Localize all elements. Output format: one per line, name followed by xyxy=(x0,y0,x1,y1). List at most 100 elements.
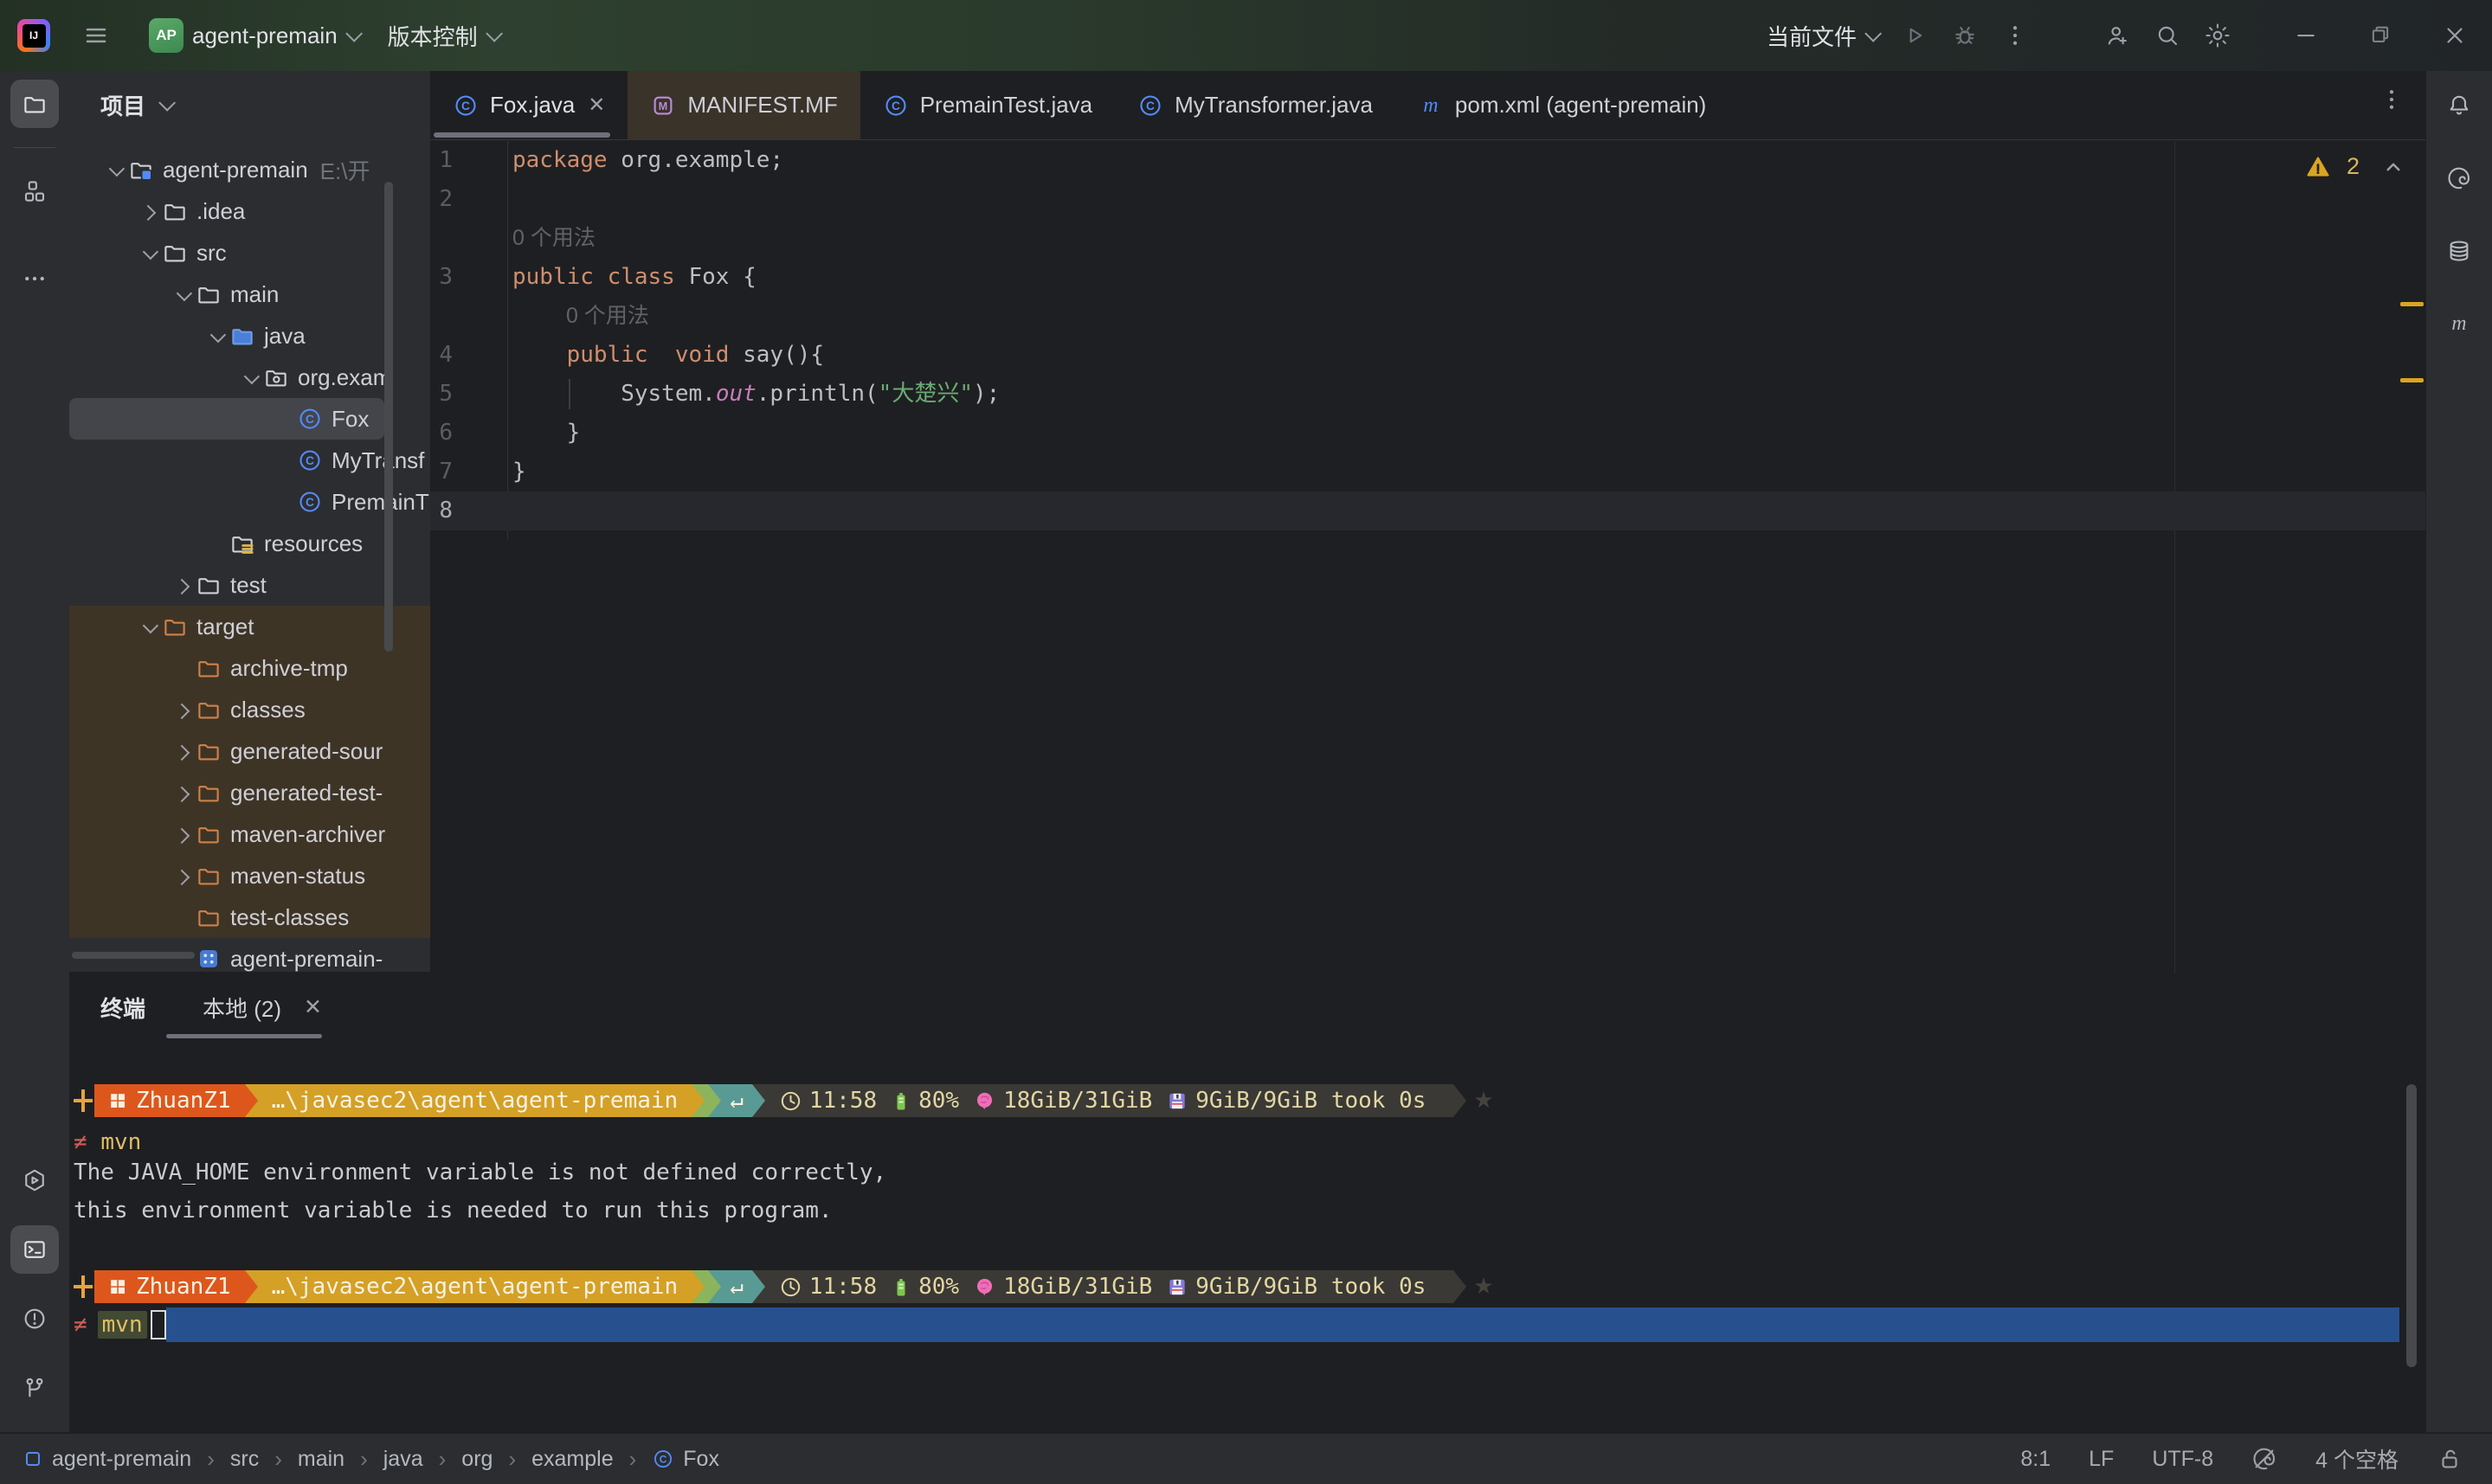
stripe-button-terminal[interactable] xyxy=(10,1225,59,1274)
tree-item-maven-archiver[interactable]: maven-archiver xyxy=(69,813,430,855)
tree-chevron-closed[interactable] xyxy=(170,580,196,591)
tree-item-main[interactable]: main xyxy=(69,273,430,315)
editor-tab[interactable]: CPremainTest.java xyxy=(860,71,1115,139)
stripe-button-services[interactable] xyxy=(10,1156,59,1205)
breadcrumb-item[interactable]: src xyxy=(230,1447,259,1472)
tree-chevron-open[interactable] xyxy=(136,247,162,259)
usages-hint[interactable]: 0 个用法 xyxy=(566,297,649,336)
project-tree-hscrollbar[interactable] xyxy=(72,952,195,959)
inlay-hint-row: 0 个用法 xyxy=(430,219,2425,258)
tree-chevron-open[interactable] xyxy=(102,164,128,176)
prompt-shell-segment: ↵ xyxy=(721,1270,752,1303)
tree-chevron-closed[interactable] xyxy=(170,870,196,882)
tree-chevron-open[interactable] xyxy=(170,289,196,300)
tree-item-PremainT[interactable]: CPremainT xyxy=(69,481,430,523)
editor-tab[interactable]: mpom.xml (agent-premain) xyxy=(1395,71,1729,139)
search-everywhere-button[interactable] xyxy=(2142,13,2193,58)
tree-chevron-open[interactable] xyxy=(203,331,229,342)
debug-icon xyxy=(1952,22,1978,48)
tree-item-test[interactable]: test xyxy=(69,564,430,606)
tree-item-java[interactable]: java xyxy=(69,315,430,357)
encoding-widget[interactable]: UTF-8 xyxy=(2152,1447,2213,1472)
more-actions-button[interactable] xyxy=(1990,13,2040,58)
tree-item-test-classes[interactable]: test-classes xyxy=(69,896,430,938)
prev-problem-button[interactable] xyxy=(2380,154,2406,180)
line-ending-widget[interactable]: LF xyxy=(2089,1447,2114,1472)
run-config-label: 当前文件 xyxy=(1767,20,1857,52)
tree-chevron-closed[interactable] xyxy=(136,206,162,217)
run-button[interactable] xyxy=(1890,13,1940,58)
tree-item-resources[interactable]: resources xyxy=(69,523,430,564)
tree-item-orgexam[interactable]: org.exam xyxy=(69,357,430,398)
stripe-button-notifications-bell[interactable] xyxy=(2435,81,2483,130)
tree-item-classes[interactable]: classes xyxy=(69,689,430,730)
tree-chevron-closed[interactable] xyxy=(170,787,196,799)
breadcrumb-item[interactable]: main xyxy=(298,1447,345,1472)
project-tree-scrollbar[interactable] xyxy=(384,182,393,652)
stripe-button-more-horizontal[interactable] xyxy=(10,254,59,303)
editor-tab[interactable]: MMANIFEST.MF xyxy=(628,71,860,139)
stripe-button-problems[interactable] xyxy=(10,1294,59,1343)
breadcrumb-item[interactable]: agent-premain xyxy=(23,1447,191,1472)
chevron-down-icon xyxy=(486,25,503,42)
tree-item-agent-premain[interactable]: agent-premainE:\开 xyxy=(69,149,430,190)
warning-stripe-mark[interactable] xyxy=(2400,378,2424,382)
unlock-icon[interactable] xyxy=(2437,1446,2463,1472)
tree-item-maven-status[interactable]: maven-status xyxy=(69,855,430,896)
breadcrumb-item[interactable]: java xyxy=(383,1447,423,1472)
tree-chevron-closed[interactable] xyxy=(170,746,196,757)
terminal-tab-local[interactable]: 本地 (2) ✕ xyxy=(203,992,322,1024)
stripe-button-project-folder[interactable] xyxy=(10,80,59,128)
stripe-button-version-control[interactable] xyxy=(10,1364,59,1412)
terminal-input-line[interactable]: ≠ mvn xyxy=(74,1307,2399,1342)
status-bar: agent-premain›src›main›java›org›example›… xyxy=(0,1432,2492,1484)
terminal-active-tab-underline xyxy=(166,1034,322,1038)
vcs-widget[interactable]: 版本控制 xyxy=(376,13,511,58)
tree-chevron-open[interactable] xyxy=(136,621,162,633)
run-configuration-selector[interactable]: 当前文件 xyxy=(1755,13,1890,58)
tree-item-target[interactable]: target xyxy=(69,606,430,647)
svg-text:C: C xyxy=(461,100,470,112)
ai-disabled-icon[interactable] xyxy=(2251,1446,2277,1472)
tree-item-generated-test-[interactable]: generated-test- xyxy=(69,772,430,813)
debug-button[interactable] xyxy=(1940,13,1990,58)
breadcrumb-item[interactable]: example xyxy=(531,1447,614,1472)
terminal-scrollbar[interactable] xyxy=(2406,1084,2417,1367)
close-button[interactable] xyxy=(2418,0,2492,71)
project-panel-header[interactable]: 项目 xyxy=(69,83,171,126)
close-icon[interactable]: ✕ xyxy=(588,93,605,118)
editor-tab[interactable]: CMyTransformer.java xyxy=(1115,71,1395,139)
maximize-button[interactable] xyxy=(2343,0,2418,71)
project-widget[interactable]: AP agent-premain xyxy=(137,13,370,58)
tree-item-src[interactable]: src xyxy=(69,232,430,273)
indent-widget[interactable]: 4 个空格 xyxy=(2315,1443,2399,1474)
editor-tab[interactable]: CFox.java✕ xyxy=(430,71,628,139)
warning-stripe-mark[interactable] xyxy=(2400,302,2424,306)
minimize-button[interactable] xyxy=(2269,0,2343,71)
settings-button[interactable] xyxy=(2193,13,2243,58)
stripe-button-database[interactable] xyxy=(2435,227,2483,275)
tree-item-label: maven-archiver xyxy=(230,821,385,848)
main-menu-button[interactable] xyxy=(71,13,121,58)
close-icon[interactable]: ✕ xyxy=(304,994,322,1020)
stripe-button-ai-assistant[interactable] xyxy=(2435,154,2483,202)
tree-chevron-closed[interactable] xyxy=(170,704,196,716)
tree-chevron-open[interactable] xyxy=(237,372,263,383)
tree-item-generated-sour[interactable]: generated-sour xyxy=(69,730,430,772)
stripe-button-structure[interactable] xyxy=(10,167,59,215)
code-editor[interactable]: 1package org.example;20 个用法3public class… xyxy=(430,141,2425,973)
tree-item-archive-tmp[interactable]: archive-tmp xyxy=(69,647,430,689)
tree-chevron-closed[interactable] xyxy=(170,829,196,840)
usages-hint[interactable]: 0 个用法 xyxy=(512,219,596,258)
clock-icon xyxy=(779,1275,802,1299)
terminal-tool-window[interactable]: 终端 本地 (2) ✕ ZhuanZ1…\javasec2\agent\agen… xyxy=(69,973,2425,1432)
breadcrumb-item[interactable]: org xyxy=(461,1447,493,1472)
inspection-widget[interactable]: 2 xyxy=(2305,153,2425,180)
caret-position-widget[interactable]: 8:1 xyxy=(2020,1447,2051,1472)
tree-item-idea[interactable]: .idea xyxy=(69,190,430,232)
tree-item-MyTransf[interactable]: CMyTransf xyxy=(69,440,430,481)
stripe-button-maven[interactable]: m xyxy=(2435,299,2483,348)
tree-item-Fox[interactable]: CFox xyxy=(69,398,384,440)
code-with-me-button[interactable] xyxy=(2092,13,2142,58)
breadcrumb-item[interactable]: CFox xyxy=(652,1447,719,1472)
